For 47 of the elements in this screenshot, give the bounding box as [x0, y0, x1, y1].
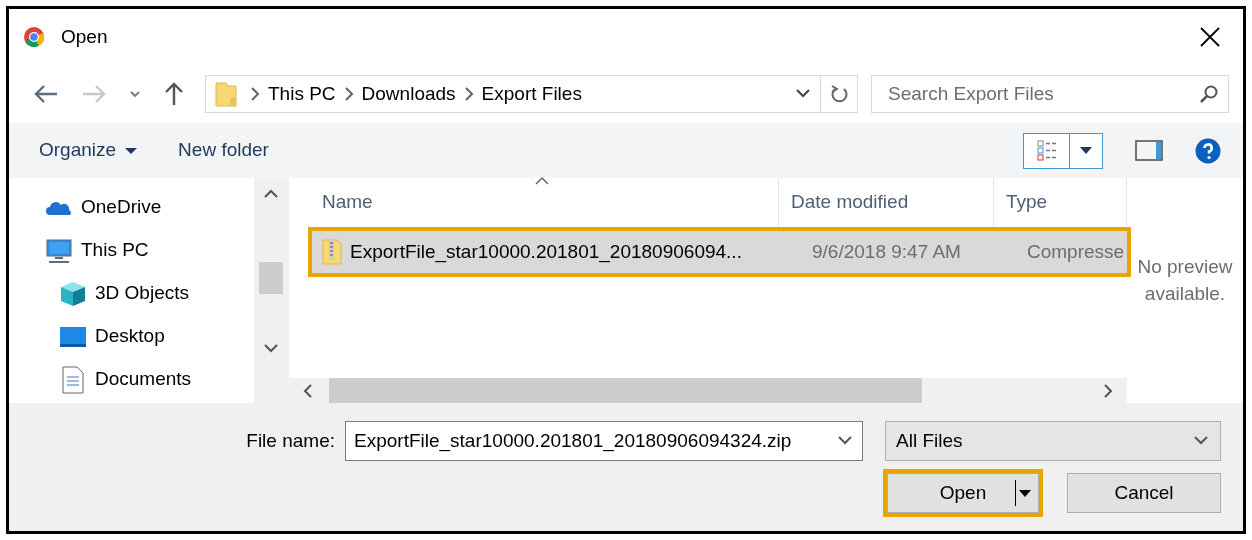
zip-folder-icon — [322, 239, 342, 265]
view-options-button[interactable] — [1023, 132, 1103, 169]
column-header[interactable]: Date modified — [779, 178, 994, 226]
scrollbar-thumb[interactable] — [258, 262, 283, 294]
preview-message: No preview available. — [1136, 254, 1234, 306]
breadcrumb-item[interactable]: Downloads — [357, 79, 460, 109]
column-header[interactable]: Type — [994, 178, 1127, 226]
search-icon — [1198, 84, 1218, 104]
sidebar-item[interactable]: 3D Objects — [59, 272, 254, 315]
details-view-icon — [1036, 140, 1057, 161]
cube-icon — [59, 279, 87, 308]
refresh-icon — [829, 84, 849, 104]
close-icon — [1199, 26, 1221, 48]
forward-arrow-icon — [81, 83, 107, 105]
back-arrow-icon — [33, 83, 59, 105]
sort-ascending-icon — [533, 176, 550, 186]
breadcrumb-item[interactable]: Export Files — [477, 79, 586, 109]
new-folder-button[interactable]: New folder — [170, 132, 277, 169]
sidebar-item[interactable]: Documents — [59, 358, 254, 401]
caret-icon — [1079, 146, 1093, 155]
desktop-icon — [59, 324, 87, 349]
scrollbar-thumb[interactable] — [329, 378, 922, 403]
sidebar-item[interactable]: OneDrive — [45, 186, 254, 229]
column-header[interactable]: Name — [289, 178, 779, 226]
file-name-field[interactable]: ExportFile_star10000.201801_20180906094324.zip — [345, 421, 863, 461]
sidebar-item[interactable]: Desktop — [59, 315, 254, 358]
document-icon — [59, 365, 87, 394]
chevron-down-icon — [129, 88, 141, 100]
computer-icon — [45, 237, 73, 264]
file-name-label: File name: — [246, 428, 335, 453]
window-title: Open — [61, 24, 108, 49]
up-arrow-icon — [163, 81, 185, 107]
caret-icon — [124, 145, 139, 156]
cancel-button[interactable]: Cancel — [1067, 473, 1221, 513]
organize-button[interactable]: Organize — [31, 132, 147, 169]
caret-icon — [1018, 488, 1032, 498]
breadcrumb-item[interactable]: This PC — [264, 79, 340, 109]
search-box[interactable]: Search Export Files — [871, 75, 1229, 113]
folder-icon — [214, 80, 238, 108]
vertical-scrollbar[interactable] — [254, 178, 287, 403]
horizontal-scrollbar[interactable] — [289, 378, 1127, 403]
file-type-dropdown[interactable]: All Files — [885, 421, 1221, 461]
app-icon — [23, 26, 45, 48]
sidebar-item[interactable]: This PC — [45, 229, 254, 272]
preview-pane-icon — [1135, 140, 1163, 161]
address-bar[interactable]: This PC Downloads Export Files — [205, 75, 858, 113]
help-icon — [1195, 137, 1221, 164]
